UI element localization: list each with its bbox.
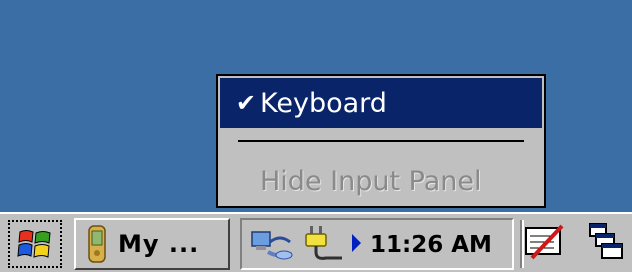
start-button[interactable]	[8, 220, 62, 268]
system-tray: 11:26 AM	[240, 218, 514, 270]
taskbar-divider	[520, 220, 524, 268]
menu-item-hide-input-panel-label: Hide Input Panel	[260, 165, 482, 197]
pda-device-icon	[88, 225, 106, 263]
menu-item-keyboard-label: Keyboard	[260, 87, 387, 119]
task-button-label: My ...	[118, 230, 200, 258]
input-panel-menu: ✔ Keyboard Hide Input Panel	[216, 74, 546, 208]
checkmark-icon: ✔	[235, 89, 256, 117]
menu-item-hide-input-panel[interactable]: Hide Input Panel	[220, 156, 542, 206]
clock-time[interactable]: 11:26 AM	[370, 232, 492, 258]
cascade-windows-icon[interactable]	[586, 222, 626, 262]
task-button-my-device[interactable]: My ...	[74, 218, 230, 270]
input-panel-pen-icon[interactable]	[524, 222, 566, 262]
network-connection-icon[interactable]	[250, 228, 294, 262]
tray-expand-arrow-icon[interactable]	[352, 234, 361, 252]
taskbar: My ... 11:26 AM	[0, 212, 632, 272]
windows-flag-icon	[17, 230, 51, 258]
power-plug-icon[interactable]	[302, 224, 346, 264]
menu-item-keyboard[interactable]: ✔ Keyboard	[220, 78, 542, 128]
menu-separator	[238, 140, 524, 142]
